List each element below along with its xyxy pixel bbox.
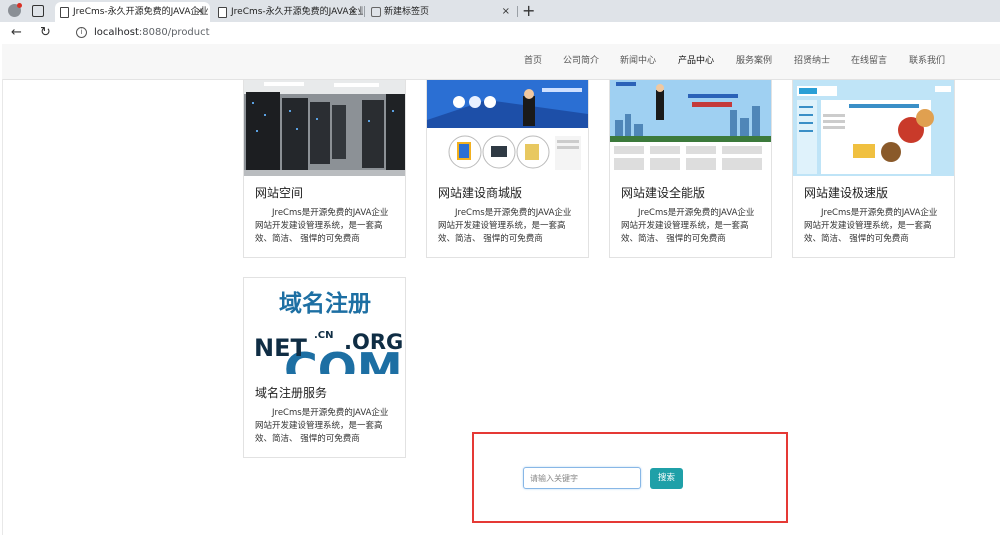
- back-arrow-icon[interactable]: ←: [11, 24, 22, 42]
- reload-icon[interactable]: ↻: [40, 24, 51, 42]
- browser-tab-strip: JreCms-永久开源免费的JAVA企业 × JreCms-永久开源免费的JAV…: [0, 0, 1000, 22]
- domain-image-title: 域名注册: [279, 290, 371, 317]
- product-title[interactable]: 网站空间: [255, 186, 303, 200]
- tab-title: 新建标签页: [384, 7, 430, 17]
- page-border: [2, 79, 3, 535]
- search-button[interactable]: 搜索: [650, 468, 683, 489]
- tab-separator: [364, 6, 365, 17]
- domain-tld-cn: .CN: [314, 330, 334, 341]
- close-tab-icon[interactable]: ×: [502, 2, 510, 22]
- tab-title: JreCms-永久开源免费的JAVA企业: [73, 7, 209, 17]
- new-tab-plus-icon[interactable]: +: [522, 1, 535, 21]
- nav-item-contact[interactable]: 联系我们: [909, 55, 945, 67]
- address-host: localhost: [94, 27, 139, 38]
- nav-item-message[interactable]: 在线留言: [851, 55, 887, 67]
- product-title[interactable]: 网站建设极速版: [804, 186, 888, 200]
- site-info-icon[interactable]: i: [76, 27, 87, 38]
- nav-item-news[interactable]: 新闻中心: [620, 55, 656, 67]
- new-tab-page-icon: [371, 7, 381, 17]
- page-icon: [60, 7, 69, 18]
- domain-tld-net: NET: [254, 334, 307, 362]
- product-card[interactable]: 网站建设商城版 JreCms是开源免费的JAVA企业网站开发建设管理系统，是一套…: [426, 79, 589, 258]
- close-tab-icon[interactable]: ×: [196, 2, 204, 22]
- address-bar[interactable]: localhost:8080/product: [94, 25, 210, 41]
- browser-tab-2[interactable]: JreCms-永久开源免费的JAVA企业 ×: [213, 2, 363, 22]
- browser-toolbar: ← ↻ i localhost:8080/product: [0, 22, 1000, 44]
- product-description: JreCms是开源免费的JAVA企业网站开发建设管理系统，是一套高效、简洁、 强…: [255, 208, 389, 244]
- product-description: JreCms是开源免费的JAVA企业网站开发建设管理系统，是一套高效、简洁、 强…: [438, 208, 572, 244]
- product-description: JreCms是开源免费的JAVA企业网站开发建设管理系统，是一套高效、简洁、 强…: [255, 408, 389, 444]
- address-path: :8080/product: [138, 27, 210, 38]
- product-title[interactable]: 域名注册服务: [255, 386, 327, 400]
- product-image-full-version[interactable]: [610, 80, 771, 176]
- nav-item-products[interactable]: 产品中心: [678, 55, 714, 67]
- product-title[interactable]: 网站建设商城版: [438, 186, 522, 200]
- close-tab-icon[interactable]: ×: [349, 2, 357, 22]
- product-card[interactable]: 网站空间 JreCms是开源免费的JAVA企业网站开发建设管理系统，是一套高效、…: [243, 79, 406, 258]
- nav-item-jobs[interactable]: 招贤纳士: [794, 55, 830, 67]
- tab-separator: [517, 6, 518, 17]
- product-description: JreCms是开源免费的JAVA企业网站开发建设管理系统，是一套高效、简洁、 强…: [804, 208, 938, 244]
- domain-tld-org: .ORG: [344, 330, 403, 354]
- tab-actions-icon[interactable]: [32, 5, 44, 17]
- product-image-fast-version[interactable]: [793, 80, 954, 176]
- tab-title: JreCms-永久开源免费的JAVA企业: [231, 7, 363, 17]
- product-card[interactable]: 网站建设极速版 JreCms是开源免费的JAVA企业网站开发建设管理系统，是一套…: [792, 79, 955, 258]
- product-image-domain-registration[interactable]: 域名注册 COM NET .CN .ORG: [244, 278, 405, 374]
- page-icon: [218, 7, 227, 18]
- browser-tab-1[interactable]: JreCms-永久开源免费的JAVA企业 ×: [55, 2, 210, 22]
- product-card[interactable]: 域名注册 COM NET .CN .ORG 域名注册服务 JreCms是开源免费…: [243, 277, 406, 458]
- search-input[interactable]: [523, 467, 641, 489]
- product-title[interactable]: 网站建设全能版: [621, 186, 705, 200]
- product-image-mall-version[interactable]: [427, 80, 588, 176]
- nav-item-about[interactable]: 公司简介: [563, 55, 599, 67]
- browser-tab-3[interactable]: 新建标签页 ×: [366, 2, 516, 22]
- notification-dot-icon: [17, 3, 22, 8]
- nav-item-cases[interactable]: 服务案例: [736, 55, 772, 67]
- product-card[interactable]: 网站建设全能版 JreCms是开源免费的JAVA企业网站开发建设管理系统，是一套…: [609, 79, 772, 258]
- product-description: JreCms是开源免费的JAVA企业网站开发建设管理系统，是一套高效、简洁、 强…: [621, 208, 755, 244]
- product-image-server-room[interactable]: [244, 80, 405, 176]
- nav-item-home[interactable]: 首页: [524, 55, 542, 67]
